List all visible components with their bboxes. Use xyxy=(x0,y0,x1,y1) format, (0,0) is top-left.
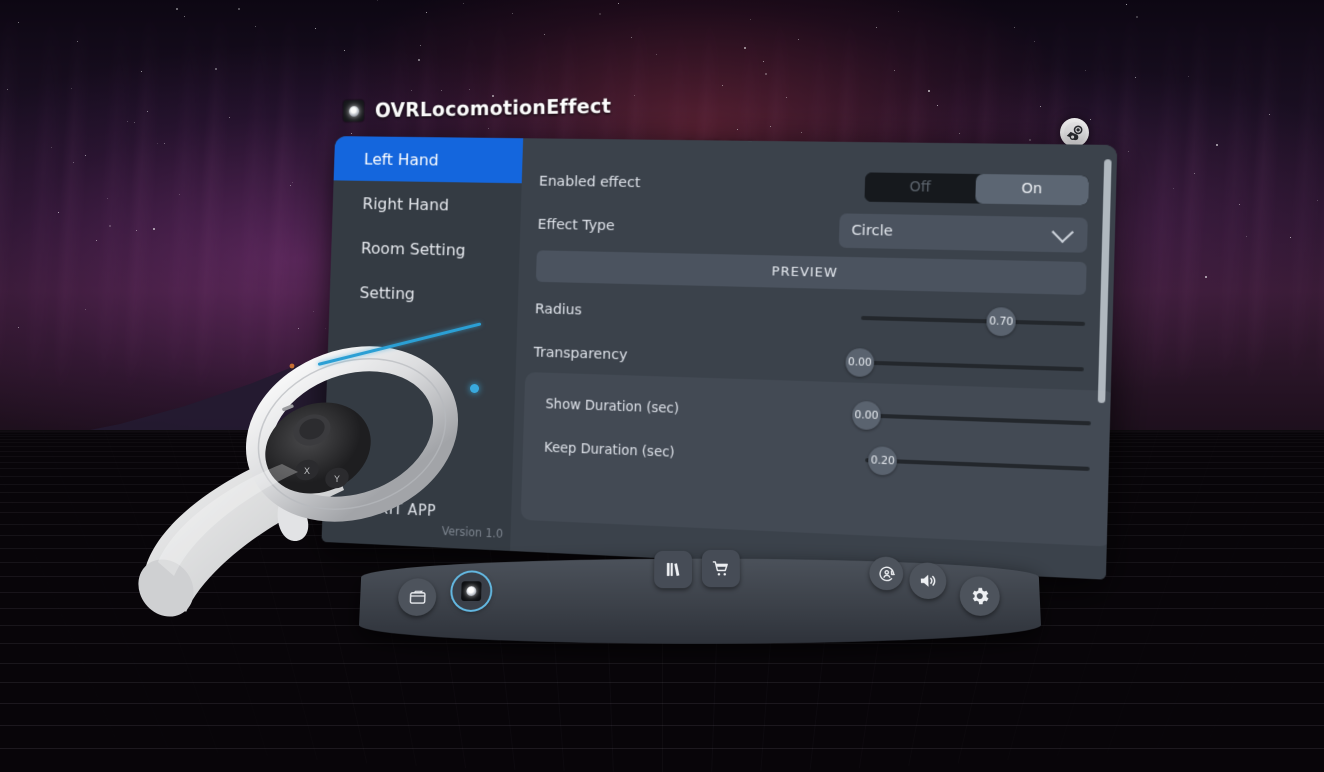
keep-duration-label: Keep Duration (sec) xyxy=(544,440,763,464)
status-profile-icon[interactable] xyxy=(869,557,904,590)
settings-content: Enabled effect Off On Effect Type Circle xyxy=(510,138,1117,579)
sidebar-item-right-hand[interactable]: Right Hand xyxy=(332,180,522,228)
slider-track xyxy=(866,413,1091,425)
enabled-effect-label: Enabled effect xyxy=(539,174,767,193)
exit-app-button[interactable]: EXIT APP xyxy=(369,499,437,520)
slider-knob[interactable]: 0.00 xyxy=(845,348,874,377)
slider-track xyxy=(865,458,1090,471)
steamvr-dashboard xyxy=(358,549,1043,658)
store-cart-icon[interactable] xyxy=(702,550,740,587)
radius-slider[interactable]: 0.70 xyxy=(861,305,1086,338)
slider-knob[interactable]: 0.00 xyxy=(852,401,881,430)
app-glow-icon xyxy=(343,100,364,122)
effect-type-dropdown[interactable]: Circle xyxy=(839,213,1088,252)
transparency-slider[interactable]: 0.00 xyxy=(859,349,1084,382)
sidebar-item-label: Setting xyxy=(359,283,415,303)
sidebar-item-setting[interactable]: Setting xyxy=(329,269,519,319)
version-label: Version 1.0 xyxy=(442,524,504,541)
keep-duration-slider[interactable]: 0.20 xyxy=(865,447,1090,482)
toggle-option-off[interactable]: Off xyxy=(858,392,970,425)
slider-track xyxy=(861,316,1085,326)
sidebar: Left Hand Right Hand Room Setting Settin… xyxy=(322,136,524,551)
laser-pointer-dot xyxy=(470,384,479,393)
app-glow-icon xyxy=(461,581,482,601)
show-duration-slider[interactable]: 0.00 xyxy=(866,402,1091,436)
app-panel: Left Hand Right Hand Room Setting Settin… xyxy=(322,136,1118,580)
slider-track xyxy=(860,360,1084,371)
settings-gear-icon[interactable] xyxy=(959,576,1000,616)
radius-label: Radius xyxy=(535,301,763,323)
row-keep-duration: Keep Duration (sec) 0.20 xyxy=(543,426,1090,492)
toggle-option-on[interactable]: On xyxy=(975,173,1089,204)
volume-speaker-icon[interactable] xyxy=(909,563,947,599)
sidebar-item-label: Right Hand xyxy=(362,194,449,214)
slider-knob[interactable]: 0.70 xyxy=(986,307,1016,336)
sidebar-item-label: Left Hand xyxy=(364,149,439,168)
animation-toggle[interactable]: Off On xyxy=(858,392,1083,429)
toggle-option-on[interactable]: On xyxy=(969,396,1083,430)
sidebar-item-label: Room Setting xyxy=(361,238,466,259)
app-title-bar: OVRLocomotionEffect xyxy=(343,94,611,123)
effect-type-value: Circle xyxy=(851,223,893,240)
transparency-label: Transparency xyxy=(533,345,761,368)
row-effect-type: Effect Type Circle xyxy=(537,203,1088,258)
chevron-down-icon xyxy=(1052,221,1074,243)
show-duration-label: Show Duration (sec) xyxy=(545,396,763,420)
slider-knob[interactable]: 0.20 xyxy=(868,446,897,476)
toggle-option-off[interactable]: Off xyxy=(864,172,976,203)
enabled-effect-toggle[interactable]: Off On xyxy=(864,172,1089,205)
effect-type-label: Effect Type xyxy=(537,217,765,237)
sidebar-item-room-setting[interactable]: Room Setting xyxy=(331,225,521,274)
sidebar-item-left-hand[interactable]: Left Hand xyxy=(334,136,524,183)
vr-overlay-screenshot: 1:43 AM OVRLocomotionEffect Left Hand Ri… xyxy=(0,0,1324,772)
panel-scrollbar[interactable] xyxy=(1098,159,1112,403)
preview-button[interactable]: PREVIEW xyxy=(536,250,1087,295)
app-title-text: OVRLocomotionEffect xyxy=(375,94,611,122)
library-books-icon[interactable] xyxy=(654,551,692,588)
animation-duration-card: Show Duration (sec) 0.00 Keep Duration (… xyxy=(521,372,1115,547)
